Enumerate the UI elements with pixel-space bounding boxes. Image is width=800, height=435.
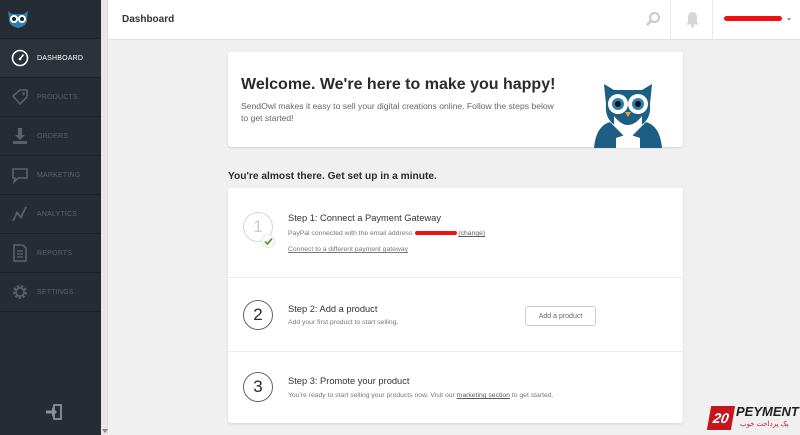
sidebar-item-label: ANALYTICS — [37, 210, 78, 218]
sidebar-item-analytics[interactable]: ANALYTICS — [0, 195, 101, 234]
owl-mascot-icon — [594, 84, 662, 148]
step-number: 2 — [243, 300, 273, 330]
scroll-down-arrow-icon[interactable] — [102, 429, 108, 433]
user-menu-redacted[interactable] — [724, 16, 782, 21]
page-title: Dashboard — [122, 14, 175, 25]
logo[interactable] — [0, 0, 101, 39]
watermark-brand: PEYMENT — [736, 404, 799, 419]
owl-logo-icon — [8, 11, 28, 28]
step-description-text: PayPal connected with the email address — [288, 230, 413, 237]
sidebar-item-label: REPORTS — [37, 249, 73, 257]
line-graph-icon — [10, 204, 30, 224]
search-icon — [646, 12, 660, 26]
step-description-text: You're ready to start selling your produ… — [288, 392, 455, 399]
logout-icon — [46, 404, 62, 420]
top-header: Dashboard — [108, 0, 800, 40]
step-number: 3 — [243, 372, 273, 402]
step-description: You're ready to start selling your produ… — [288, 392, 553, 399]
logout-button[interactable] — [44, 403, 64, 421]
header-divider — [712, 0, 713, 40]
sidebar-item-dashboard[interactable]: DASHBOARD — [0, 39, 101, 78]
document-icon — [10, 243, 30, 263]
notifications-button[interactable] — [685, 11, 700, 33]
welcome-card: Welcome. We're here to make you happy! S… — [228, 52, 683, 148]
search-button[interactable] — [645, 11, 661, 32]
change-link[interactable]: (change) — [458, 230, 485, 237]
sidebar-item-label: ORDERS — [37, 132, 69, 140]
welcome-text: SendOwl makes it easy to sell your digit… — [241, 101, 554, 123]
sidebar-item-products[interactable]: PRODUCTS — [0, 78, 101, 117]
step-connect-gateway: 1 Step 1: Connect a Payment Gateway PayP… — [228, 188, 683, 278]
watermark-subtitle: پک پرداخت خوب — [740, 421, 789, 428]
step-title: Step 2: Add a product — [288, 304, 378, 314]
scrollbar[interactable] — [101, 0, 108, 435]
watermark-badge: 20 — [706, 406, 736, 430]
sidebar-item-label: MARKETING — [37, 171, 81, 179]
step-description: PayPal connected with the email address (… — [288, 230, 485, 237]
step-add-product: 2 Step 2: Add a product Add your first p… — [228, 278, 683, 352]
sidebar-item-orders[interactable]: ORDERS — [0, 117, 101, 156]
bell-icon — [686, 12, 699, 28]
sidebar-item-label: SETTINGS — [37, 288, 74, 296]
chevron-down-icon[interactable] — [787, 18, 791, 21]
sidebar-item-label: PRODUCTS — [37, 93, 78, 101]
sidebar-item-reports[interactable]: REPORTS — [0, 234, 101, 273]
setup-steps-card: 1 Step 1: Connect a Payment Gateway PayP… — [228, 188, 683, 423]
gear-icon — [10, 282, 30, 302]
speech-bubble-icon — [10, 165, 30, 185]
tag-icon — [10, 87, 30, 107]
sidebar-item-label: DASHBOARD — [37, 54, 84, 62]
step-description: Add your first product to start selling. — [288, 319, 399, 326]
step-promote-product: 3 Step 3: Promote your product You're re… — [228, 352, 683, 423]
sidebar-item-settings[interactable]: SETTINGS — [0, 273, 101, 312]
sidebar: DASHBOARD PRODUCTS ORDERS MARKETING ANAL… — [0, 0, 101, 435]
download-icon — [10, 126, 30, 146]
check-icon — [261, 234, 275, 248]
watermark-logo: 20 PEYMENT پک پرداخت خوب — [706, 402, 799, 432]
sidebar-item-marketing[interactable]: MARKETING — [0, 156, 101, 195]
header-divider — [670, 0, 671, 40]
different-gateway-link[interactable]: Connect to a different payment gateway — [288, 246, 408, 253]
welcome-title: Welcome. We're here to make you happy! — [241, 76, 556, 93]
email-redacted — [415, 231, 458, 236]
setup-section-title: You're almost there. Get set up in a min… — [228, 171, 437, 182]
step-title: Step 1: Connect a Payment Gateway — [288, 213, 441, 223]
add-product-button[interactable]: Add a product — [525, 306, 596, 326]
marketing-section-link[interactable]: marketing section — [457, 392, 510, 399]
speedometer-icon — [10, 48, 30, 68]
step-title: Step 3: Promote your product — [288, 376, 410, 386]
step-description-text: to get started. — [511, 392, 554, 399]
